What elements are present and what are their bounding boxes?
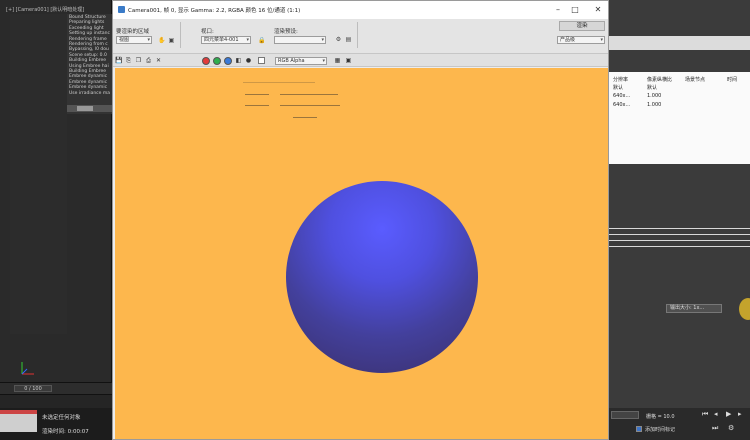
assistant-circle-icon[interactable] [739, 298, 750, 320]
time-slider[interactable]: 0 / 100 [14, 385, 52, 392]
status-render-time: 渲染时间: 0:00:07 [42, 429, 89, 435]
overlay-text-line [280, 105, 340, 106]
add-time-tag-label[interactable]: 添加时间标记 [645, 426, 675, 433]
render-setup-icon[interactable]: ⚙ [335, 36, 342, 43]
viewport-select[interactable]: 四元菜单4-001 [201, 36, 251, 44]
print-icon[interactable]: ⎙ [145, 57, 152, 64]
timeline-ruler[interactable] [0, 394, 112, 408]
minimize-icon[interactable]: – [551, 4, 565, 16]
grid-readout: 栅格 = 10.0 [646, 414, 675, 420]
render-canvas[interactable] [115, 68, 608, 439]
divider [609, 246, 750, 247]
key-mode-icon[interactable]: ⏭ [712, 424, 718, 433]
log-line: Building Embree [69, 58, 107, 64]
output-size-field[interactable]: 输出大小: 1x... [666, 304, 722, 313]
divider [609, 228, 750, 229]
alpha-channel-icon[interactable]: ◧ [235, 57, 242, 64]
render-history-table: 分辨率 像素纵横比 场景节点 时间 默认 默认 640x... 1.000 64… [609, 72, 750, 164]
viewport-dark-area [10, 14, 67, 334]
column-header[interactable]: 像素纵横比 [647, 76, 672, 83]
clone-window-icon[interactable]: ❐ [135, 57, 142, 64]
separator [357, 22, 358, 48]
preset-select[interactable] [274, 36, 326, 44]
overlay-text-line [293, 117, 317, 118]
vray-log-scrollbar[interactable] [67, 105, 112, 112]
vray-log-panel: Bound Structure Preparing lights Exceeding… [67, 14, 112, 114]
log-line: Embree dynamic [69, 85, 108, 91]
area-select[interactable]: 视图 [116, 36, 152, 44]
window-title: Camera001, 帧 0, 显示 Gamma: 2.2, RGBA 颜色 1… [128, 8, 301, 14]
overlay-text-line [245, 105, 269, 106]
table-cell: 640x... [613, 102, 631, 108]
viewport-label[interactable]: [+] [Camera001] [默认明暗处理] [6, 6, 84, 13]
environment-icon[interactable]: ▤ [345, 36, 352, 43]
frame-buffer-window: Camera001, 帧 0, 显示 Gamma: 2.2, RGBA 颜色 1… [112, 0, 609, 440]
auto-region-icon[interactable]: ▣ [168, 37, 175, 44]
coordinate-field[interactable] [611, 411, 639, 419]
lock-icon[interactable]: 🔒 [258, 37, 265, 44]
divider [609, 234, 750, 235]
table-cell: 640x... [613, 93, 631, 99]
save-image-icon[interactable]: 💾 [115, 57, 122, 64]
timeline-bar[interactable]: 0 / 100 [0, 382, 112, 394]
mono-icon[interactable]: ● [245, 57, 252, 64]
copy-image-icon[interactable]: ⎘ [125, 57, 132, 64]
column-header[interactable]: 分辨率 [613, 76, 628, 83]
status-selection: 未选定任何对象 [42, 415, 81, 421]
area-label: 要渲染的区域 [116, 29, 150, 35]
scroll-thumb[interactable] [77, 106, 93, 111]
preset-label: 渲染预设: [274, 29, 298, 35]
render-button[interactable]: 渲染 [559, 21, 605, 31]
toggle-ui-icon[interactable]: ▣ [345, 57, 352, 64]
toggle-ui-overlay-icon[interactable]: ▦ [334, 57, 341, 64]
app-icon [118, 6, 125, 13]
log-line: Use irradiance ma [69, 90, 110, 96]
column-header[interactable]: 时间 [727, 76, 737, 83]
table-cell: 1.000 [647, 102, 662, 108]
right-panel [609, 0, 750, 408]
right-panel-toolbar [609, 36, 750, 50]
column-header[interactable]: 场景节点 [685, 76, 705, 83]
overlay-text-line [245, 94, 269, 95]
axis-gizmo-icon [21, 362, 34, 375]
swatch-icon[interactable] [258, 57, 265, 64]
channel-select[interactable]: RGB Alpha [275, 57, 327, 65]
prev-key-icon[interactable]: ⏮ [702, 410, 708, 419]
close-icon[interactable]: ✕ [591, 4, 605, 16]
prev-frame-icon[interactable]: ◂ [714, 410, 718, 418]
render-setup-toolbar: 要渲染的区域 视图 ✋ ▣ 视口: 四元菜单4-001 🔒 渲染预设: ⚙ ▤ … [113, 19, 608, 53]
divider [609, 240, 750, 241]
overlay-text-line [243, 82, 315, 83]
next-frame-icon[interactable]: ▸ [738, 410, 742, 418]
red-channel-icon[interactable] [202, 57, 210, 65]
maximize-icon[interactable]: □ [568, 4, 582, 16]
blue-channel-icon[interactable] [224, 57, 232, 65]
clear-icon[interactable]: ✕ [155, 57, 162, 64]
separator [180, 22, 181, 48]
title-bar[interactable]: Camera001, 帧 0, 显示 Gamma: 2.2, RGBA 颜色 1… [113, 1, 608, 19]
viewport-label: 视口: [201, 29, 214, 35]
frame-buffer-toolbar: 💾 ⎘ ❐ ⎙ ✕ ◧ ● RGB Alpha ▦ ▣ [113, 53, 608, 67]
overlay-text-line [280, 94, 338, 95]
table-cell: 1.000 [647, 93, 662, 99]
time-config-icon[interactable]: ⚙ [728, 424, 734, 432]
green-channel-icon[interactable] [213, 57, 221, 65]
time-tag-checkbox[interactable] [636, 426, 642, 432]
maxscript-listener-error [0, 410, 37, 414]
table-cell: 默认 [647, 85, 658, 91]
output-select[interactable]: 产品级 [557, 36, 605, 44]
play-icon[interactable]: ▶ [726, 410, 731, 418]
table-cell: 默认 [613, 85, 624, 91]
edit-region-icon[interactable]: ✋ [158, 37, 165, 44]
rendered-sphere [286, 181, 478, 373]
log-line: Setting up instanc [69, 31, 110, 37]
